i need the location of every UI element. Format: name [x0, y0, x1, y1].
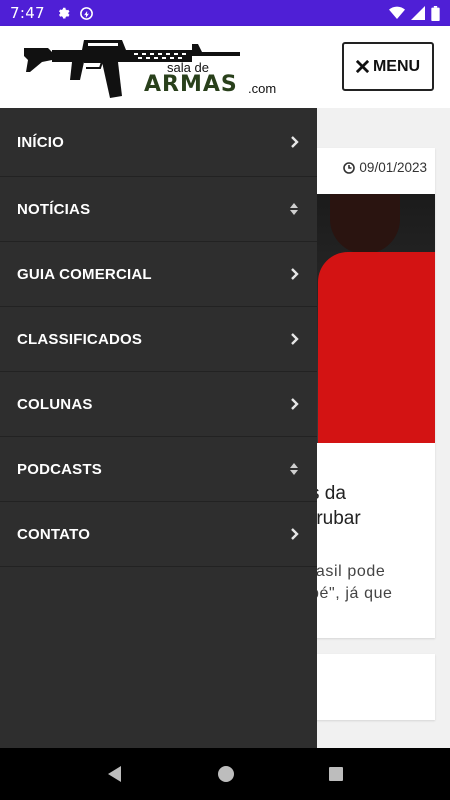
drawer-item-label: NOTÍCIAS: [17, 200, 91, 218]
drawer-item-guia-comercial[interactable]: GUIA COMERCIAL: [0, 242, 317, 307]
chevron-right-icon: [290, 398, 299, 410]
article-excerpt: rasil pode bé", já que: [310, 561, 435, 605]
article-title[interactable]: s da rrubar: [310, 481, 435, 531]
data-saver-icon: [79, 6, 93, 20]
sort-icon: [290, 463, 298, 475]
article-excerpt-line: rasil pode: [310, 563, 386, 580]
drawer-item-noticias[interactable]: NOTÍCIAS: [0, 177, 317, 242]
sort-icon: [290, 203, 298, 215]
site-logo[interactable]: sala de ARMAS .com: [22, 34, 276, 102]
drawer-item-label: PODCASTS: [17, 460, 102, 478]
recents-icon[interactable]: [328, 766, 344, 782]
person-red-shirt: [318, 252, 435, 443]
drawer-item-label: COLUNAS: [17, 395, 93, 413]
drawer-item-label: CONTATO: [17, 525, 91, 543]
article-image[interactable]: [310, 194, 435, 443]
chevron-right-icon: [290, 333, 299, 345]
navigation-drawer: INÍCIO NOTÍCIAS GUIA COMERCIAL CLASSIFIC…: [0, 108, 317, 748]
clock-icon: [343, 161, 356, 174]
settings-icon: [58, 7, 70, 19]
drawer-item-classificados[interactable]: CLASSIFICADOS: [0, 307, 317, 372]
signal-icon: [411, 6, 425, 20]
drawer-item-podcasts[interactable]: PODCASTS: [0, 437, 317, 502]
drawer-item-colunas[interactable]: COLUNAS: [0, 372, 317, 437]
menu-button[interactable]: MENU: [342, 42, 434, 91]
status-time: 7:47: [10, 4, 45, 22]
person-head: [330, 194, 400, 254]
article-date-text: 09/01/2023: [359, 160, 427, 175]
article-title-line: s da: [310, 483, 346, 504]
logo-brand-text: ARMAS: [144, 72, 238, 97]
logo-suffix: .com: [248, 81, 277, 96]
chevron-right-icon: [290, 136, 299, 148]
drawer-item-label: GUIA COMERCIAL: [17, 265, 152, 283]
article-date: 09/01/2023: [343, 160, 427, 175]
drawer-item-label: INÍCIO: [17, 133, 65, 151]
article-title-line: rrubar: [310, 508, 361, 529]
battery-icon: [431, 5, 440, 21]
chevron-right-icon: [290, 268, 299, 280]
chevron-right-icon: [290, 528, 299, 540]
drawer-item-label: CLASSIFICADOS: [17, 330, 143, 348]
home-icon[interactable]: [217, 765, 235, 783]
next-article-card[interactable]: [310, 654, 435, 720]
article-excerpt-line: bé", já que: [310, 585, 393, 602]
article-card[interactable]: 09/01/2023 s da rrubar rasil pode bé", j…: [310, 148, 435, 638]
status-bar: 7:47: [0, 0, 450, 26]
wifi-icon: [389, 6, 405, 19]
drawer-item-contato[interactable]: CONTATO: [0, 502, 317, 567]
menu-button-label: MENU: [372, 57, 421, 75]
drawer-item-inicio[interactable]: INÍCIO: [0, 108, 317, 177]
close-icon: [355, 60, 369, 73]
app-header: sala de ARMAS .com MENU: [0, 26, 450, 108]
back-icon[interactable]: [106, 765, 124, 783]
system-navigation-bar: [0, 748, 450, 800]
